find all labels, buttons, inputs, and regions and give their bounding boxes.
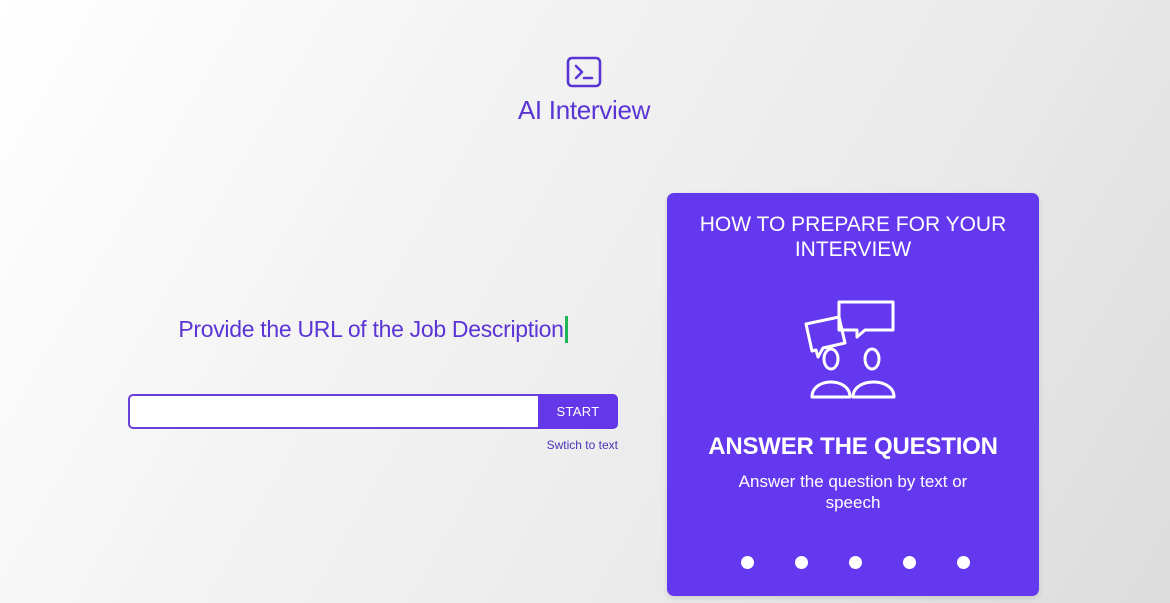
terminal-icon: [566, 56, 602, 88]
carousel-dot-1[interactable]: [741, 556, 754, 569]
job-url-input[interactable]: [128, 394, 538, 429]
slide-title: ANSWER THE QUESTION: [708, 433, 998, 460]
app-header: AI Interview: [0, 56, 1168, 126]
conversation-icon: [804, 300, 896, 399]
carousel-dot-4[interactable]: [903, 556, 916, 569]
switch-to-text-link[interactable]: Swtich to text: [460, 438, 618, 452]
url-form: START: [128, 394, 618, 429]
carousel-dot-3[interactable]: [849, 556, 862, 569]
carousel-dots: [667, 556, 1039, 570]
text-cursor: [564, 316, 568, 343]
url-prompt-text: Provide the URL of the Job Description: [178, 316, 564, 342]
start-button[interactable]: START: [538, 394, 618, 429]
carousel-dot-5[interactable]: [957, 556, 970, 569]
carousel-dot-2[interactable]: [795, 556, 808, 569]
preparation-guide-card: HOW TO PREPARE FOR YOUR INTERVIEW ANSWER…: [667, 193, 1039, 596]
guide-heading: HOW TO PREPARE FOR YOUR INTERVIEW: [699, 213, 1007, 261]
app-title: AI Interview: [517, 95, 651, 125]
slide-description: Answer the question by text or speech: [738, 472, 968, 512]
url-prompt: Provide the URL of the Job Description: [128, 316, 618, 343]
